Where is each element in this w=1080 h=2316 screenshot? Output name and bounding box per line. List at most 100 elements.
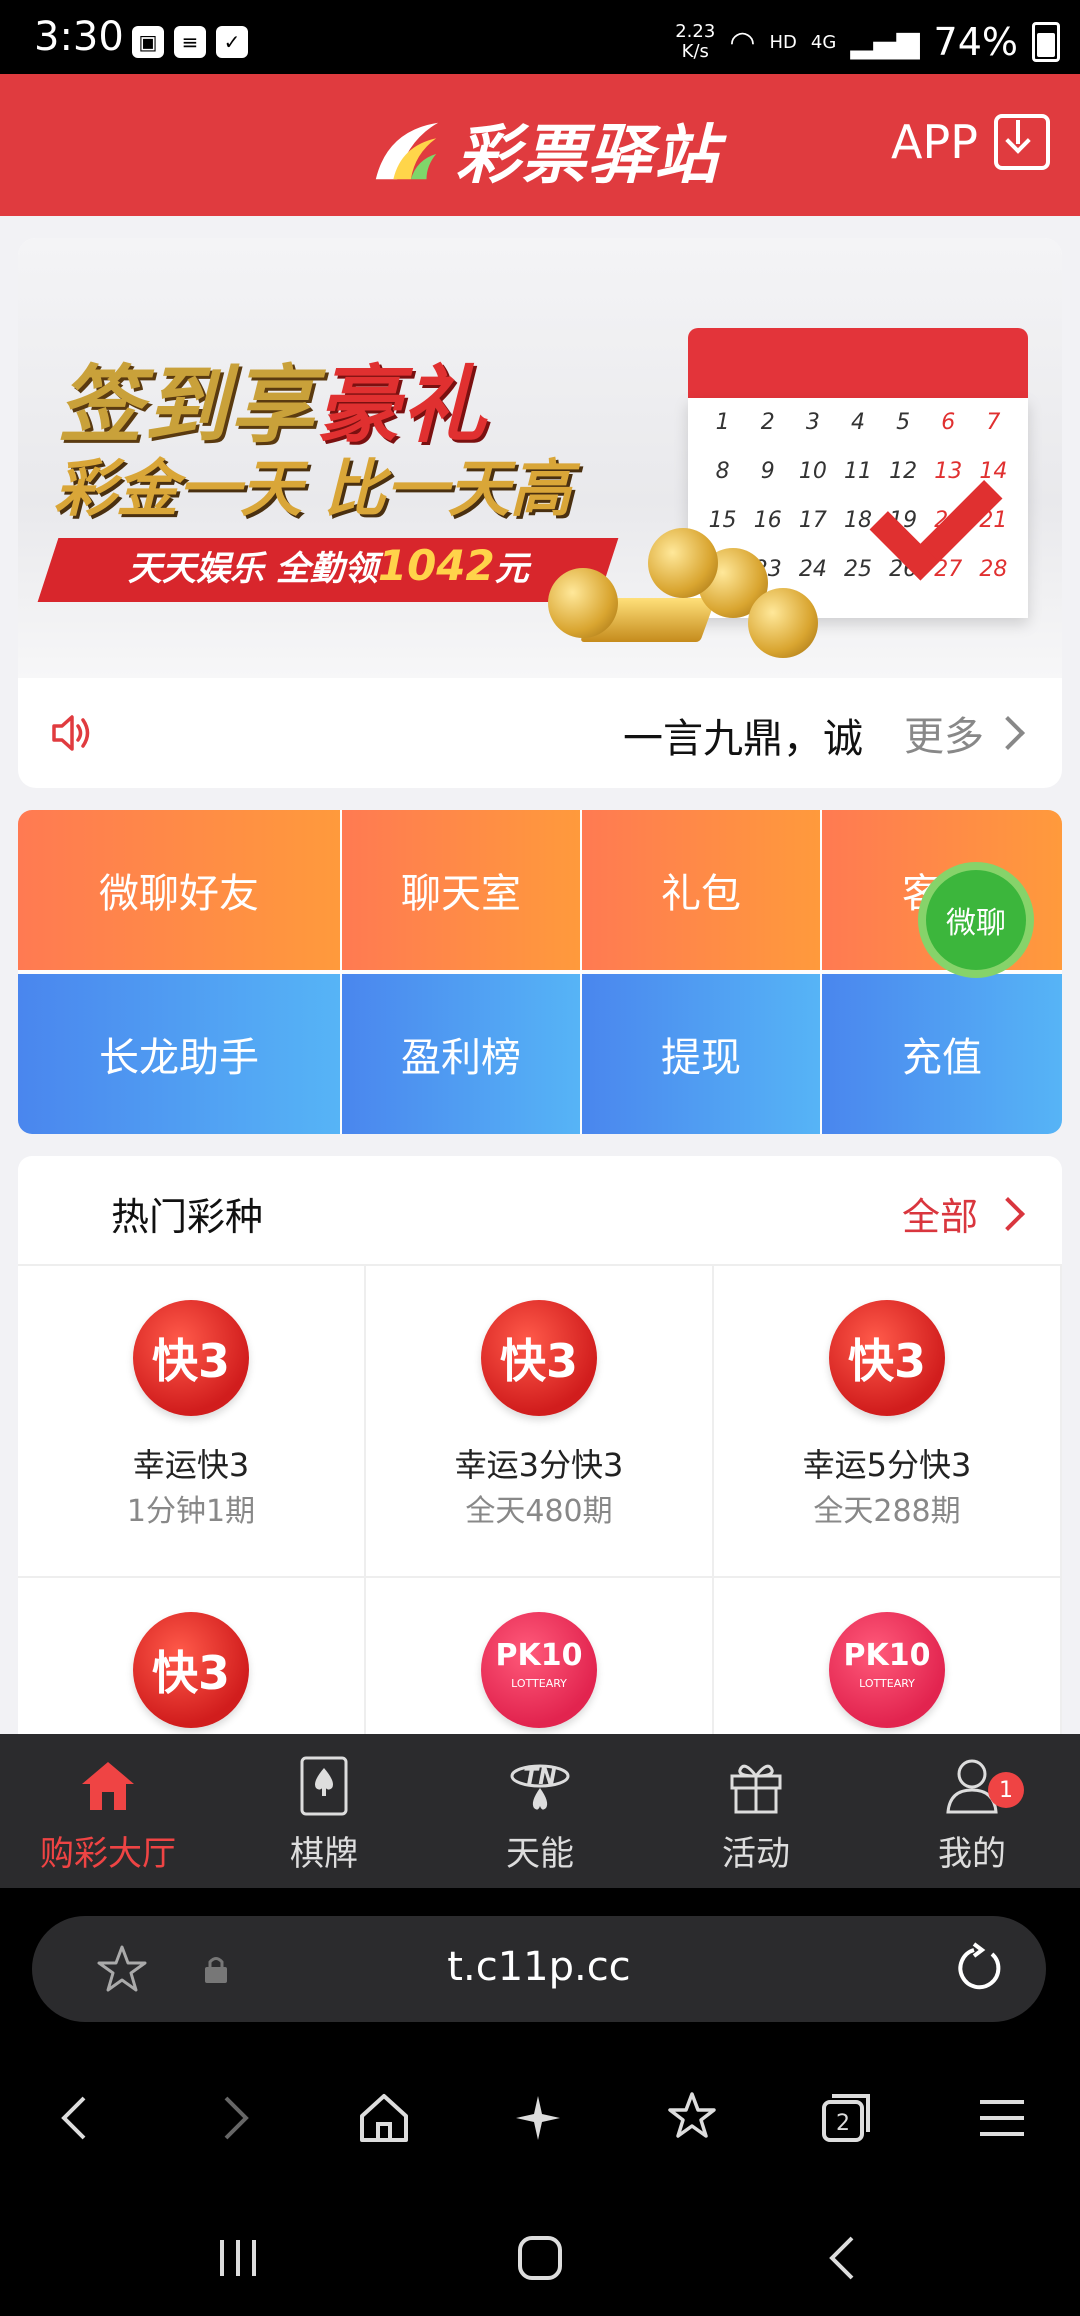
quick-weichat-friends[interactable]: 微聊好友 [18,810,340,970]
lottery-schedule: 全天288期 [813,1494,961,1529]
calendar-day: 9 [760,459,775,484]
notice-more-link[interactable]: 更多 [904,704,1025,762]
tab-tianneng[interactable]: TN 天能 [432,1734,648,1888]
calendar-day: 4 [850,410,865,435]
view-all-link[interactable]: 全部 [902,1186,1025,1241]
lottery-name: 幸运5分快3 [802,1446,972,1484]
calendar-day: 11 [843,459,872,484]
bookmarks-icon[interactable] [662,2088,722,2148]
system-back-icon[interactable] [814,2228,874,2288]
quick-chat-room[interactable]: 聊天室 [342,810,580,970]
app-download-button[interactable]: APP [891,114,1050,170]
home-button-icon[interactable] [510,2228,570,2288]
svg-text:TN: TN [523,1765,556,1790]
network-type: 4G [810,31,837,53]
banner-subheadline: 彩金一天 比一天高 [54,452,572,525]
bottom-tab-bar: 购彩大厅 棋牌 TN 天能 活动 1 我的 [0,1734,1080,1888]
app-label: APP [891,115,978,169]
tab-chess-cards[interactable]: 棋牌 [216,1734,432,1888]
net-speed: 2.23 K/s [675,21,716,62]
tab-activities[interactable]: 活动 [648,1734,864,1888]
status-right: 2.23 K/s ◠ HD 4G ▂▄▆ 74% [675,20,1060,64]
app-header: 彩票驿站 APP [0,74,1080,216]
grid-divider [18,970,1062,974]
lottery-schedule: 1分钟1期 [126,1494,256,1529]
tab-mine[interactable]: 1 我的 [864,1734,1080,1888]
calendar-day: 5 [896,410,911,435]
quick-actions-grid: 微聊好友 聊天室 礼包 客服 长龙助手 盈利榜 提现 充值 [18,810,1062,1134]
notification-icons: ▣ ≡ ✓ [132,26,248,58]
promo-banner[interactable]: 签到享豪礼 彩金一天 比一天高 天天娱乐 全勤领1042元 1234567891… [18,238,1062,678]
lottery-name: 幸运快3 [132,1446,250,1484]
hot-lottery-section: 热门彩种 全部 快3 幸运快3 1分钟1期 快3 幸运3分快3 全天480期 快3 幸运5分快… [18,1156,1062,1736]
lottery-item[interactable]: 快3 幸运3分快3 全天480期 [366,1266,714,1578]
back-icon[interactable] [46,2088,106,2148]
status-time: 3:30 [34,14,124,60]
tab-lottery-hall[interactable]: 购彩大厅 [0,1734,216,1888]
sparkle-icon[interactable] [508,2088,568,2148]
lottery-item[interactable]: 快3 [18,1578,366,1736]
banner-tagline: 天天娱乐 全勤领1042元 [128,541,529,590]
wifi-icon: ◠ [729,24,756,60]
system-nav-bar [0,2208,1080,2308]
quick-recharge[interactable]: 充值 [822,974,1062,1134]
quick-profit-rank[interactable]: 盈利榜 [342,974,580,1134]
tn-icon: TN [510,1764,570,1810]
k3-icon: 快3 [481,1300,597,1416]
browser-chrome: t.c11p.cc 2 [0,1888,1080,2316]
address-bar[interactable]: t.c11p.cc [32,1916,1046,2022]
menu-icon[interactable] [972,2088,1032,2148]
banner-card: 签到享豪礼 彩金一天 比一天高 天天娱乐 全勤领1042元 1234567891… [18,238,1062,788]
notice-marquee[interactable]: 一言九鼎，诚 [623,706,868,764]
browser-nav-row: 2 [0,2068,1080,2168]
image-icon: ▣ [132,26,164,58]
signal-icon: ▂▄▆ [850,24,920,60]
weichat-float-button[interactable]: 微聊 [918,862,1034,978]
lottery-schedule: 全天480期 [465,1494,613,1529]
logo: 彩票驿站 [368,104,720,196]
k3-icon: 快3 [829,1300,945,1416]
calendar-day: 7 [986,410,1001,435]
battery-icon [1032,22,1060,62]
home-nav-icon[interactable] [354,2088,414,2148]
lottery-item[interactable]: 快3 幸运5分快3 全天288期 [714,1266,1062,1578]
download-icon [994,114,1050,170]
lottery-item[interactable]: PK10 LOTTEARY [366,1578,714,1736]
gift-icon [730,1764,782,1814]
lottery-item[interactable]: PK10 LOTTEARY [714,1578,1062,1736]
reload-icon[interactable] [952,1942,1006,1996]
status-bar: 3:30 ▣ ≡ ✓ 2.23 K/s ◠ HD 4G ▂▄▆ 74% [0,0,1080,74]
forward-icon[interactable] [204,2088,264,2148]
lottery-item[interactable]: 快3 幸运快3 1分钟1期 [18,1266,366,1578]
calendar-day: 8 [715,459,730,484]
tabs-icon[interactable]: 2 [816,2088,876,2148]
notification-badge: 1 [988,1772,1024,1808]
chevron-right-icon [991,716,1025,750]
logo-swoosh-icon [375,122,439,180]
lottery-name: 幸运3分快3 [454,1446,624,1484]
quick-withdraw[interactable]: 提现 [582,974,820,1134]
pk10-icon: PK10 LOTTEARY [829,1612,945,1728]
app-title: 彩票驿站 [456,119,720,193]
notice-bar: 一言九鼎，诚 更多 [18,678,1062,788]
gold-coins-icon [548,528,848,658]
calendar-day: 1 [715,410,730,435]
url-text: t.c11p.cc [447,1944,631,1990]
calendar-day: 2 [760,410,775,435]
battery-percent: 74% [933,20,1018,64]
hot-lottery-header: 热门彩种 全部 [18,1156,1062,1266]
section-title: 热门彩种 [111,1195,264,1239]
k3-icon: 快3 [133,1612,249,1728]
cards-icon [300,1756,348,1816]
svg-text:2: 2 [836,2111,850,2136]
check-chat-icon: ✓ [216,26,248,58]
hd-label: HD [769,31,797,53]
calendar-day: 28 [979,557,1008,582]
quick-gift-pack[interactable]: 礼包 [582,810,820,970]
pk10-icon: PK10 LOTTEARY [481,1612,597,1728]
chevron-right-icon [991,1196,1025,1231]
calendar-day: 3 [805,410,820,435]
recent-apps-icon[interactable] [208,2228,268,2288]
calendar-day: 10 [798,459,827,484]
quick-long-dragon-helper[interactable]: 长龙助手 [18,974,340,1134]
